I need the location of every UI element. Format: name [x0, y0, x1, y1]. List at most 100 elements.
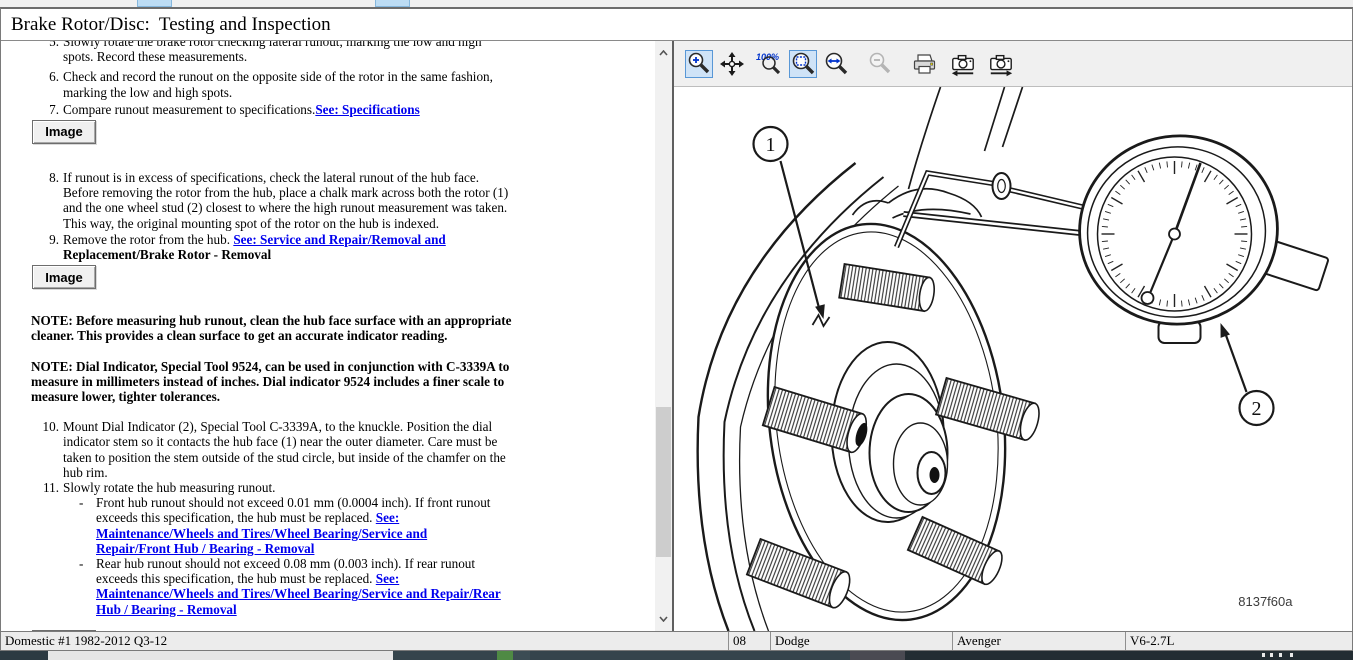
status-bar: Domestic #1 1982-2012 Q3-12 08 Dodge Ave… — [1, 631, 1352, 650]
dash-bullet: - — [79, 556, 96, 617]
previous-image-button[interactable] — [949, 50, 977, 78]
taskbar — [0, 651, 1353, 660]
taskbar-segment[interactable] — [0, 651, 48, 660]
step-number: 9. — [37, 232, 59, 262]
print-icon — [911, 51, 937, 77]
fit-window-icon — [790, 51, 816, 77]
taskbar-segment[interactable] — [850, 651, 905, 660]
step-text-run: Slowly rotate the hub measuring runout. — [63, 480, 275, 495]
pan-button[interactable] — [718, 50, 746, 78]
step-text-run: Remove the rotor from the hub. — [63, 232, 233, 247]
next-image-button[interactable] — [987, 50, 1015, 78]
cutoff-button-fragment — [375, 0, 410, 7]
dial-indicator-gauge — [1067, 123, 1328, 343]
link-continuation: Replacement/Brake Rotor - Removal — [63, 247, 271, 262]
sub-text: Front hub runout should not exceed 0.01 … — [96, 495, 504, 556]
image-button-2[interactable]: Image — [32, 265, 96, 289]
step-text: Slowly rotate the hub measuring runout. … — [63, 480, 511, 617]
status-model: Avenger — [952, 632, 1125, 650]
zoom-in-icon — [686, 51, 712, 77]
step-text-run: Compare runout measurement to specificat… — [63, 102, 315, 117]
zoom-out-icon — [867, 51, 893, 77]
step-6: 6. Check and record the runout on the op… — [1, 69, 672, 99]
image-toolbar: 100% — [674, 41, 1352, 87]
zoom-100-icon — [756, 51, 782, 77]
step-5: 5. Slowly rotate the brake rotor checkin… — [1, 41, 672, 64]
step-number: 5. — [37, 41, 59, 64]
taskbar-segment[interactable] — [530, 651, 850, 660]
sub-text-run: Front hub runout should not exceed 0.01 … — [96, 495, 490, 525]
status-coverage: Domestic #1 1982-2012 Q3-12 — [1, 632, 728, 650]
taskbar-segment[interactable] — [393, 651, 497, 660]
sub-text-run: Rear hub runout should not exceed 0.08 m… — [96, 556, 475, 586]
app-window: Brake Rotor/Disc: Testing and Inspection… — [0, 7, 1353, 651]
see-removal-link[interactable]: See: Service and Repair/Removal and — [233, 232, 445, 247]
status-make: Dodge — [770, 632, 952, 650]
step-number: 10. — [37, 419, 59, 480]
fit-width-icon — [823, 51, 849, 77]
sub-text: Rear hub runout should not exceed 0.08 m… — [96, 556, 504, 617]
brake-rotor-figure: 1 2 8137f60a — [674, 87, 1352, 631]
title-bar: Brake Rotor/Disc: Testing and Inspection — [1, 9, 1352, 41]
arrowhead — [1221, 323, 1231, 338]
dash-bullet: - — [79, 495, 96, 556]
callout-1-number: 1 — [766, 134, 776, 156]
page-title: Brake Rotor/Disc: Testing and Inspection — [11, 14, 331, 36]
article-pane: 5. Slowly rotate the brake rotor checkin… — [1, 41, 672, 631]
step-11-sub-1: - Front hub runout should not exceed 0.0… — [63, 495, 511, 556]
see-specifications-link[interactable]: See: Specifications — [315, 102, 419, 117]
step-text: Slowly rotate the brake rotor checking l… — [63, 41, 511, 64]
step-text: Compare runout measurement to specificat… — [63, 102, 511, 117]
cutoff-button-fragment — [137, 0, 172, 7]
status-year: 08 — [728, 632, 770, 650]
step-text: Check and record the runout on the oppos… — [63, 69, 511, 99]
image-button-3[interactable]: Image — [32, 630, 96, 631]
chevron-down-icon — [659, 616, 668, 622]
step-11: 11. Slowly rotate the hub measuring runo… — [1, 480, 672, 617]
taskbar-active-window-button[interactable] — [48, 651, 393, 660]
camera-next-icon — [988, 51, 1014, 77]
note-1: NOTE: Before measuring hub runout, clean… — [31, 313, 523, 343]
taskbar-clock-fragment — [1270, 653, 1273, 657]
callout-2: 2 — [1221, 323, 1274, 425]
chevron-up-icon — [659, 50, 668, 56]
callout-2-number: 2 — [1252, 398, 1262, 420]
fit-width-button[interactable] — [822, 50, 850, 78]
zoom-out-button[interactable] — [866, 50, 894, 78]
step-number: 7. — [37, 102, 59, 117]
taskbar-clock-fragment — [1279, 653, 1282, 657]
camera-previous-icon — [950, 51, 976, 77]
print-button[interactable] — [910, 50, 938, 78]
step-number: 6. — [37, 69, 59, 99]
step-11-sub-2: - Rear hub runout should not exceed 0.08… — [63, 556, 511, 617]
scrollbar-thumb[interactable] — [656, 407, 671, 557]
zoom-100-button[interactable]: 100% — [755, 50, 783, 78]
step-number: 11. — [37, 480, 59, 617]
fit-window-button[interactable] — [789, 50, 817, 78]
status-engine: V6-2.7L — [1125, 632, 1352, 650]
taskbar-segment-green[interactable] — [497, 651, 513, 660]
image-viewer-pane: 100% — [672, 41, 1352, 631]
vertical-scrollbar[interactable] — [655, 41, 672, 631]
note-2: NOTE: Dial Indicator, Special Tool 9524,… — [31, 359, 523, 405]
figure-area: 1 2 8137f60a — [674, 87, 1352, 631]
image-button-1[interactable]: Image — [32, 120, 96, 144]
scroll-up-button[interactable] — [655, 45, 672, 61]
taskbar-clock-fragment — [1262, 653, 1265, 657]
taskbar-clock-fragment — [1290, 653, 1293, 657]
step-text: If runout is in excess of specifications… — [63, 170, 511, 231]
step-7: 7. Compare runout measurement to specifi… — [1, 102, 672, 117]
top-edge-strip — [0, 0, 1353, 7]
step-number: 8. — [37, 170, 59, 231]
scroll-down-button[interactable] — [655, 611, 672, 627]
figure-id-label: 8137f60a — [1238, 594, 1293, 609]
step-10: 10. Mount Dial Indicator (2), Special To… — [1, 419, 672, 480]
taskbar-segment[interactable] — [513, 651, 530, 660]
step-text: Remove the rotor from the hub. See: Serv… — [63, 232, 511, 262]
zoom-in-button[interactable] — [685, 50, 713, 78]
step-text: Mount Dial Indicator (2), Special Tool C… — [63, 419, 511, 480]
step-9: 9. Remove the rotor from the hub. See: S… — [1, 232, 672, 262]
article-body: 5. Slowly rotate the brake rotor checkin… — [1, 41, 672, 631]
pan-icon — [719, 51, 745, 77]
step-8: 8. If runout is in excess of specificati… — [1, 170, 672, 231]
